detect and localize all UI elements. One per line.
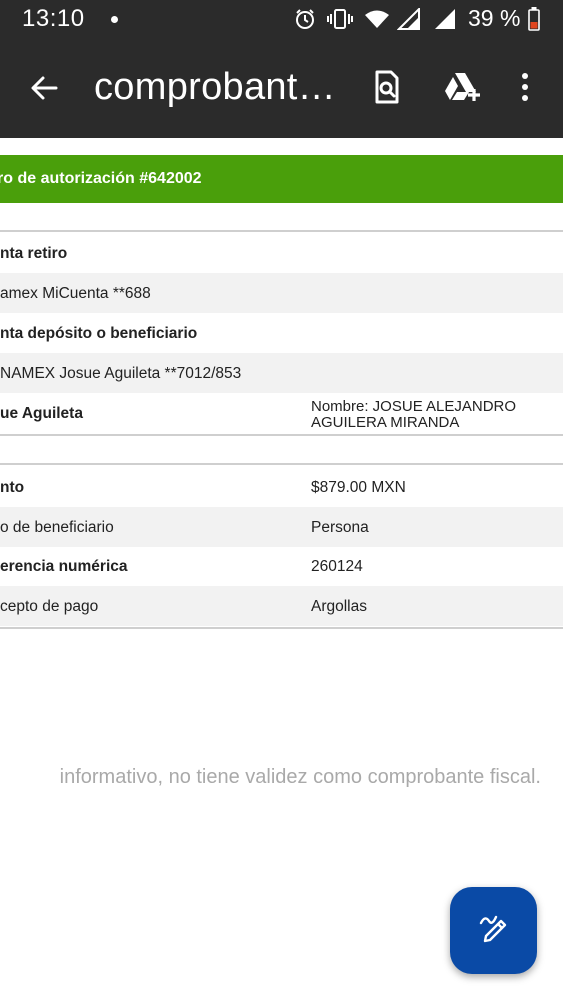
divider	[0, 230, 563, 232]
payment-value: Persona	[311, 519, 369, 536]
signal-icon	[396, 7, 422, 31]
detail-row: nta retiro	[0, 233, 563, 273]
beneficiary-name: Nombre: JOSUE ALEJANDRO AGUILERA MIRANDA	[311, 399, 516, 431]
drive-add-icon[interactable]	[443, 69, 483, 105]
payment-row: nto $879.00 MXN	[0, 467, 563, 507]
payment-value: 260124	[311, 558, 363, 575]
payment-value: Argollas	[311, 598, 367, 615]
payment-value: $879.00 MXN	[311, 479, 406, 496]
detail-row: amex MiCuenta **688	[0, 273, 563, 313]
more-vert-icon[interactable]	[510, 69, 540, 105]
detail-label: nta retiro	[0, 245, 68, 262]
fiscal-notice: informativo, no tiene validez como compr…	[59, 766, 541, 788]
beneficiary-name-line1: Nombre: JOSUE ALEJANDRO	[311, 398, 517, 415]
divider	[0, 463, 563, 465]
page-title: comprobant…	[94, 66, 336, 108]
battery-percent: 39 %	[468, 5, 521, 31]
detail-row: nta depósito o beneficiario	[0, 313, 563, 353]
alarm-icon	[293, 7, 317, 31]
app-bar: comprobant…	[0, 38, 563, 138]
payment-label: erencia numérica	[0, 558, 128, 575]
payment-row: o de beneficiario Persona	[0, 507, 563, 547]
authorization-banner: ro de autorización #642002	[0, 155, 563, 203]
detail-row: ue Aguileta Nombre: JOSUE ALEJANDRO AGUI…	[0, 393, 563, 433]
signal-icon	[432, 7, 458, 31]
divider	[0, 627, 563, 629]
detail-label: nta depósito o beneficiario	[0, 325, 198, 342]
payment-label: cepto de pago	[0, 598, 99, 615]
payment-row: cepto de pago Argollas	[0, 586, 563, 626]
status-time: 13:10	[22, 5, 85, 32]
edit-fab-button[interactable]	[450, 887, 537, 974]
detail-label: ue Aguileta	[0, 405, 83, 422]
beneficiary-name-line2: AGUILERA MIRANDA	[311, 414, 460, 431]
detail-label: NAMEX Josue Aguileta **7012/853	[0, 365, 242, 382]
payment-row: erencia numérica 260124	[0, 546, 563, 586]
divider	[0, 434, 563, 436]
payment-label: o de beneficiario	[0, 519, 114, 536]
search-document-icon[interactable]	[369, 69, 405, 105]
detail-row: NAMEX Josue Aguileta **7012/853	[0, 353, 563, 393]
payment-label: nto	[0, 479, 25, 496]
vibrate-icon	[326, 7, 354, 31]
wifi-icon	[363, 7, 391, 31]
authorization-label: ro de autorización #642002	[0, 170, 202, 187]
battery-low-icon	[527, 7, 541, 31]
notification-dot-icon	[111, 16, 118, 23]
back-arrow-icon[interactable]	[26, 70, 62, 106]
status-bar: 13:10 39 %	[0, 0, 563, 38]
detail-label: amex MiCuenta **688	[0, 285, 151, 302]
edit-pen-icon	[477, 911, 511, 950]
